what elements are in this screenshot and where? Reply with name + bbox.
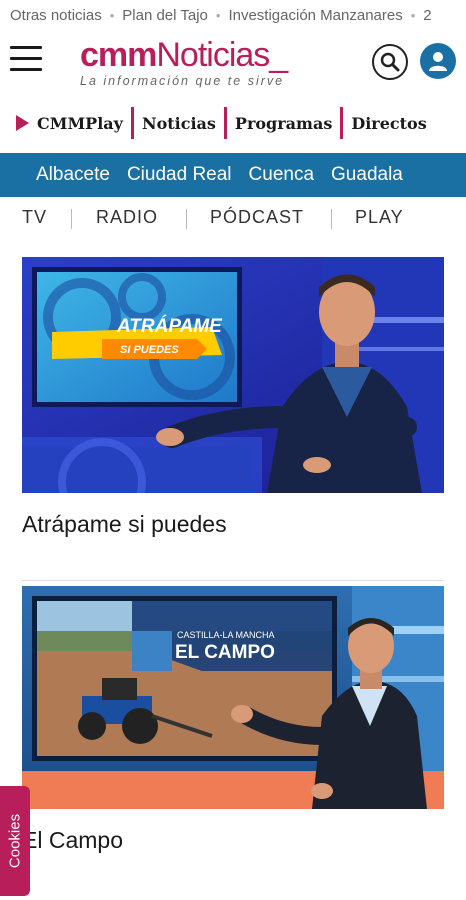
cookies-button[interactable]: Cookies	[0, 786, 30, 896]
tab-divider	[331, 209, 332, 229]
nav-programas-label: Programas	[234, 113, 333, 133]
card-divider	[22, 580, 444, 581]
site-header: cmmNoticias_ La información que te sirve	[0, 30, 466, 92]
nav-divider	[130, 107, 134, 139]
logo-cmm-text: cmm	[80, 36, 157, 74]
tab-play[interactable]: PLAY	[355, 207, 404, 228]
screen-text-line1: ATRÁPAME	[116, 315, 223, 337]
trending-link[interactable]: Otras noticias	[10, 7, 102, 24]
province-ciudad-real[interactable]: Ciudad Real	[127, 164, 232, 186]
program-title[interactable]: El Campo	[22, 827, 444, 854]
tab-podcast[interactable]: PÓDCAST	[210, 207, 304, 228]
program-card: CASTILLA-LA MANCHA EL CAMPO El Campo	[22, 586, 444, 854]
scroll-fade	[406, 153, 466, 197]
trending-separator: •	[410, 7, 416, 23]
nav-directos[interactable]: Directos	[351, 114, 426, 133]
tab-radio[interactable]: RADIO	[96, 207, 158, 228]
logo-noticias-text: Noticias_	[156, 36, 288, 74]
province-guadalajara[interactable]: Guadala	[331, 164, 403, 186]
user-icon[interactable]	[420, 43, 456, 79]
trending-link[interactable]: Investigación Manzanares	[228, 7, 402, 24]
trending-link[interactable]: 2	[423, 7, 431, 24]
media-tabs: TV RADIO PÓDCAST PLAY	[0, 203, 466, 233]
trending-separator: •	[215, 7, 221, 23]
nav-noticias[interactable]: Noticias	[142, 114, 216, 133]
screen-text-line1: CASTILLA-LA MANCHA	[177, 630, 275, 640]
program-thumbnail[interactable]: ATRÁPAME SI PUEDES	[22, 257, 444, 493]
tab-divider	[186, 209, 187, 229]
site-logo[interactable]: cmmNoticias_ La información que te sirve	[80, 38, 330, 88]
play-icon	[16, 115, 29, 131]
nav-directos-label: Directos	[351, 113, 427, 133]
tab-divider	[71, 209, 72, 229]
nav-cmmplay-label: CMMPlay	[37, 113, 123, 133]
main-navigation: CMMPlay Noticias Programas Directos	[0, 104, 466, 142]
program-card: ATRÁPAME SI PUEDES Atrápame si puedes	[22, 257, 444, 538]
trending-link[interactable]: Plan del Tajo	[122, 7, 208, 24]
search-icon[interactable]	[372, 44, 408, 80]
cookies-label: Cookies	[6, 813, 24, 869]
province-albacete[interactable]: Albacete	[36, 164, 110, 186]
screen-text-line2: EL CAMPO	[175, 642, 275, 663]
trending-topics-bar: Otras noticias • Plan del Tajo • Investi…	[0, 0, 466, 30]
program-thumbnail[interactable]: CASTILLA-LA MANCHA EL CAMPO	[22, 586, 444, 809]
screen-text-line2: SI PUEDES	[120, 344, 179, 356]
nav-noticias-label: Noticias	[141, 113, 216, 133]
nav-programas[interactable]: Programas	[235, 114, 332, 133]
logo-tagline: La información que te sirve	[80, 74, 285, 88]
province-cuenca[interactable]: Cuenca	[249, 164, 315, 186]
program-title[interactable]: Atrápame si puedes	[22, 511, 444, 538]
nav-divider	[340, 107, 344, 139]
tab-tv[interactable]: TV	[22, 207, 47, 228]
provinces-bar: Albacete Ciudad Real Cuenca Guadala	[0, 153, 466, 197]
nav-cmmplay[interactable]: CMMPlay	[16, 114, 123, 133]
trending-separator: •	[109, 7, 115, 23]
hamburger-menu-icon[interactable]	[10, 46, 42, 74]
nav-divider	[223, 107, 227, 139]
